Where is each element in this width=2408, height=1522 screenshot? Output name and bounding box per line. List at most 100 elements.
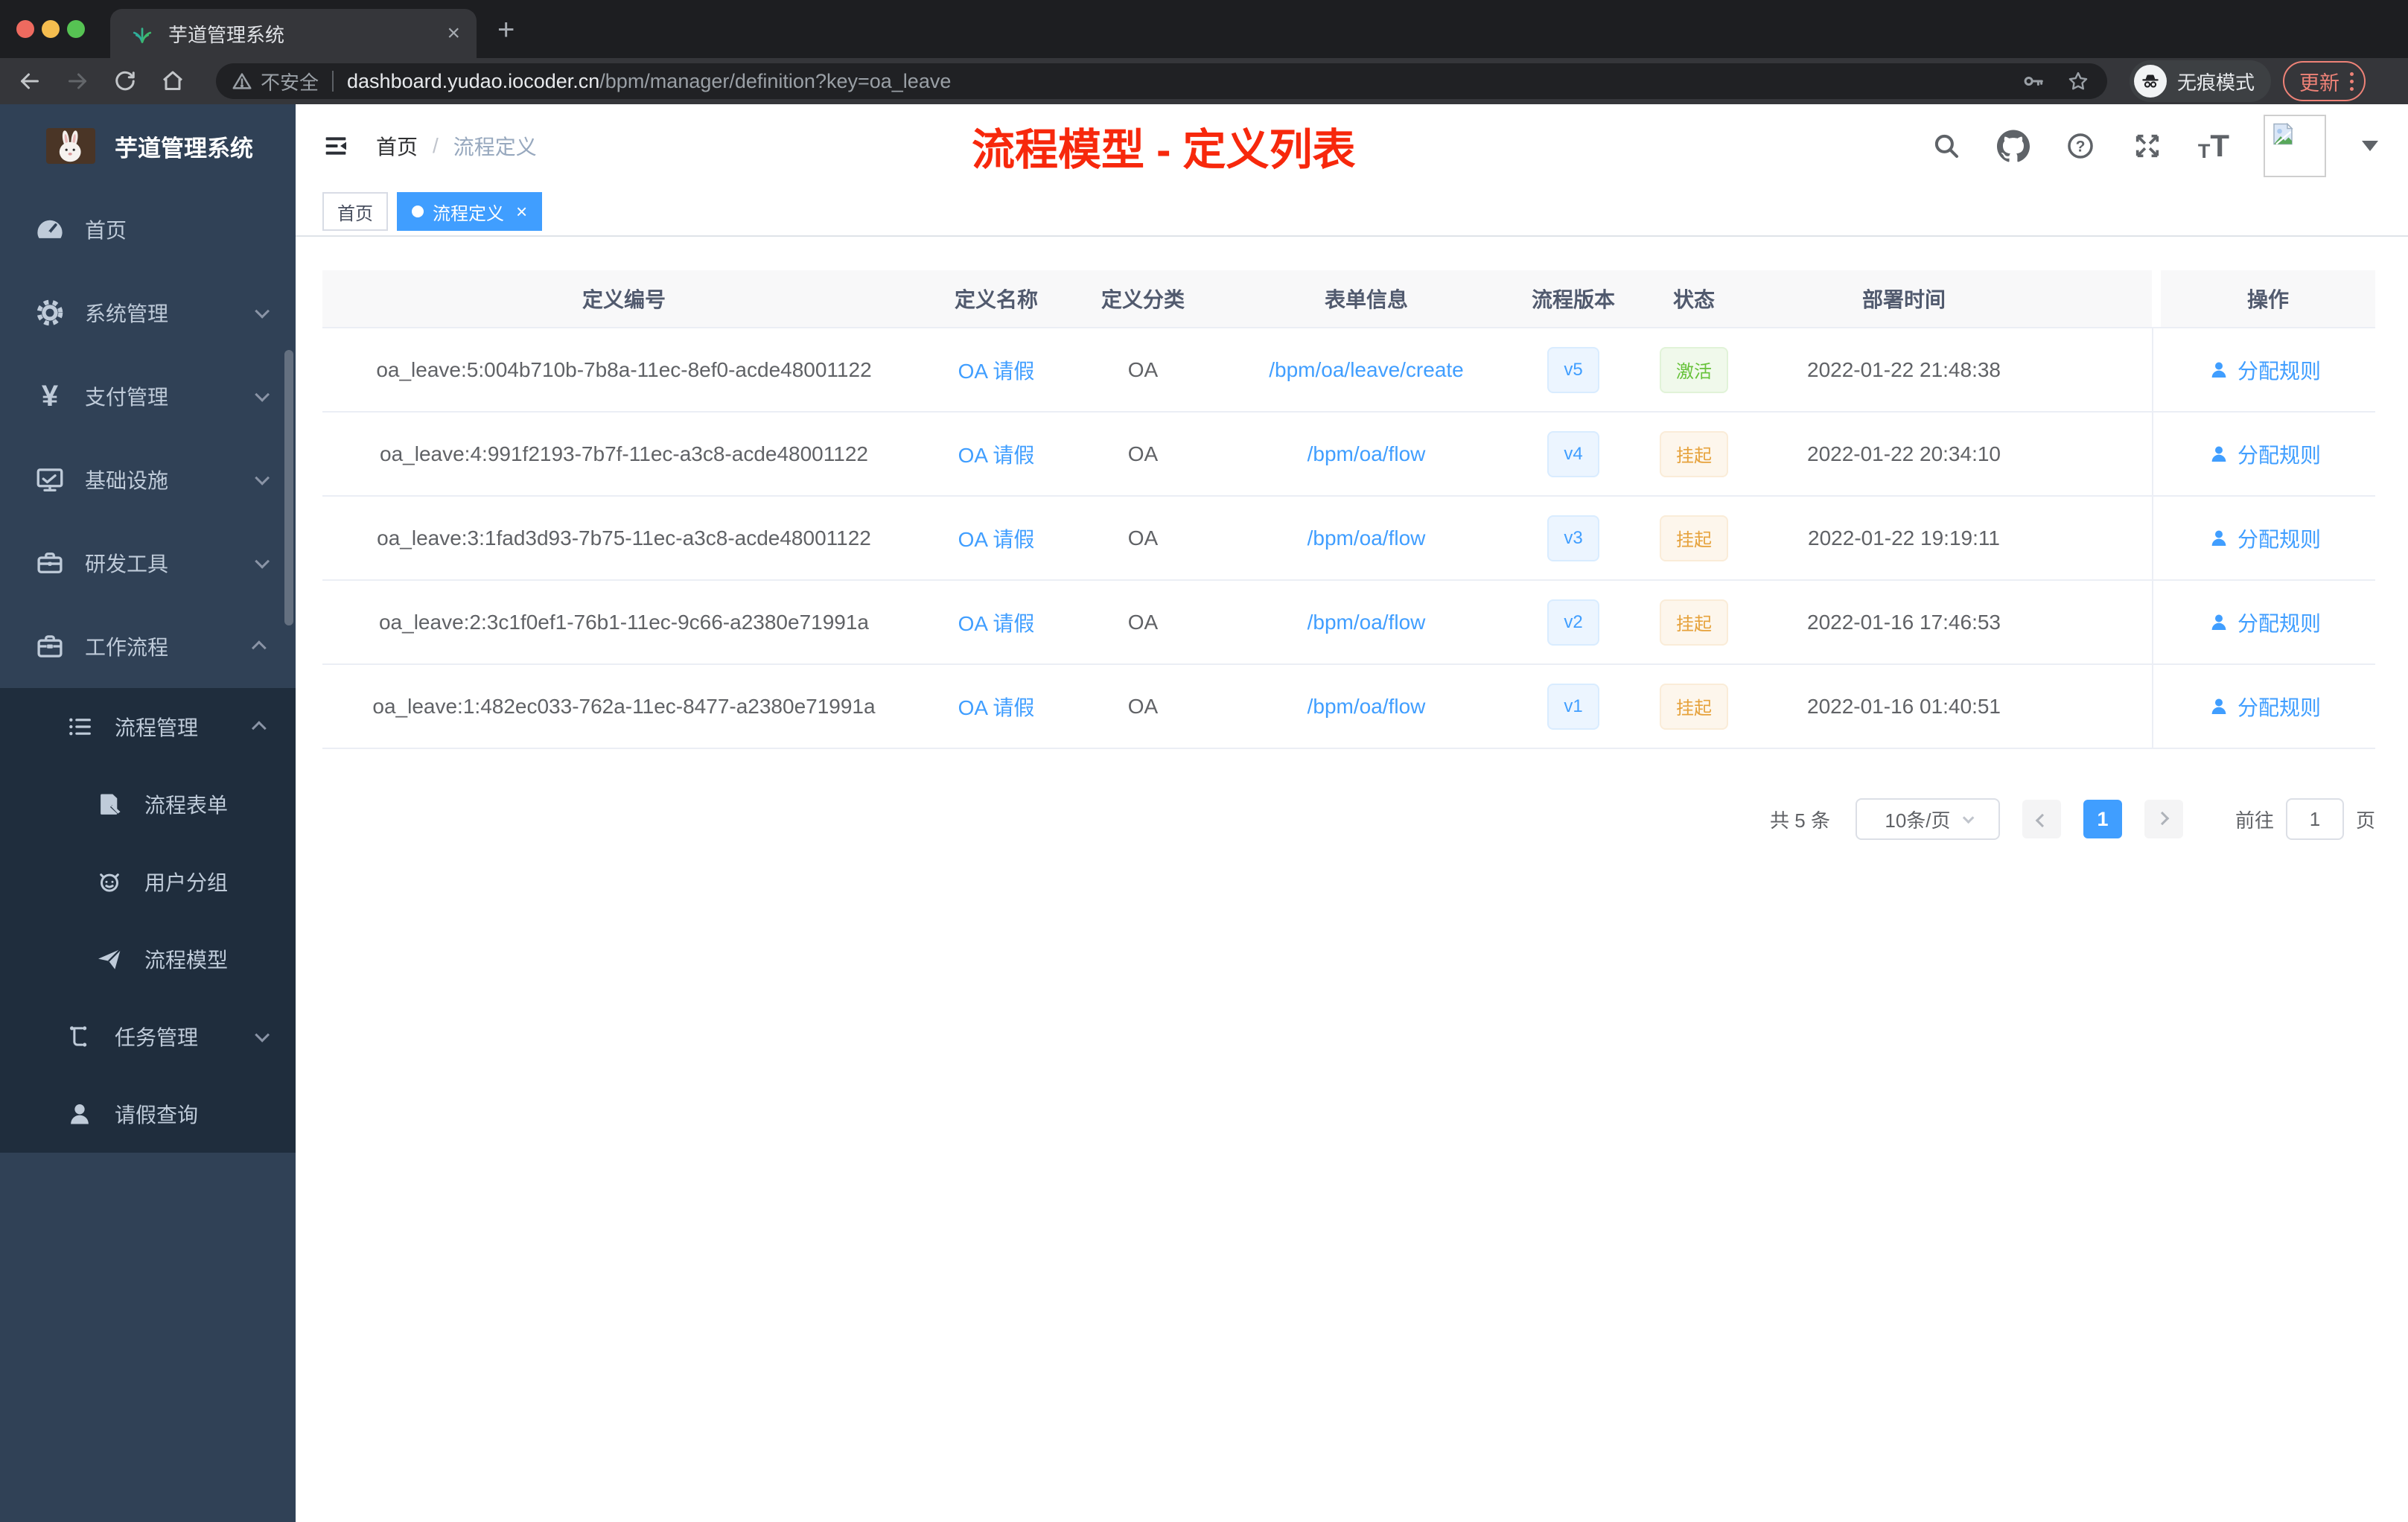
form-link[interactable]: /bpm/oa/flow xyxy=(1307,611,1426,634)
logo-rabbit-image xyxy=(46,128,95,164)
breadcrumb-home[interactable]: 首页 xyxy=(376,131,418,161)
definition-name-link[interactable]: OA 请假 xyxy=(958,355,1035,385)
password-key-icon[interactable] xyxy=(2021,69,2046,94)
cell-deploy-time: 2022-01-22 21:48:38 xyxy=(1807,357,2001,381)
form-link[interactable]: /bpm/oa/flow xyxy=(1307,526,1426,550)
app-title: 芋道管理系统 xyxy=(115,135,253,162)
table-header-row: 定义编号 定义名称 定义分类 表单信息 流程版本 状态 部署时间 操作 xyxy=(322,270,2375,328)
sidebar-item-process-model[interactable]: 流程模型 xyxy=(0,920,296,998)
col-status: 状态 xyxy=(1672,288,1715,311)
cell-category: OA xyxy=(1127,357,1159,381)
toolbox-icon xyxy=(33,546,67,580)
cell-deploy-time: 2022-01-16 01:40:51 xyxy=(1807,694,2001,718)
forward-icon[interactable] xyxy=(63,66,92,96)
status-badge: 挂起 xyxy=(1660,599,1728,646)
sidebar-item-task-management[interactable]: 任务管理 xyxy=(0,998,296,1075)
prev-page-button[interactable] xyxy=(2022,800,2061,838)
security-warning[interactable]: 不安全 xyxy=(231,68,319,95)
new-tab-button[interactable]: + xyxy=(497,13,515,47)
col-actions: 操作 xyxy=(2152,270,2375,327)
back-icon[interactable] xyxy=(15,66,45,96)
page-size-select[interactable]: 10条/页 xyxy=(1855,798,2000,840)
chevron-down-icon xyxy=(255,386,270,402)
tag-home[interactable]: 首页 xyxy=(322,192,388,231)
sidebar-item-system-management[interactable]: 系统管理 xyxy=(0,271,296,354)
sidebar-scrollbar-thumb[interactable] xyxy=(284,350,293,625)
tab-close-icon[interactable]: × xyxy=(447,22,460,45)
cell-definition-id: oa_leave:3:1fad3d93-7b75-11ec-a3c8-acde4… xyxy=(377,526,871,550)
window-controls[interactable] xyxy=(16,20,85,38)
breadcrumb-current: 流程定义 xyxy=(453,136,537,159)
assign-rule-button[interactable]: 分配规则 xyxy=(2208,608,2321,637)
font-size-icon[interactable]: TT xyxy=(2198,130,2229,162)
form-link[interactable]: /bpm/oa/flow xyxy=(1307,695,1426,719)
definition-name-link[interactable]: OA 请假 xyxy=(958,439,1035,469)
github-icon[interactable] xyxy=(1996,130,2030,162)
sidebar-item-infrastructure[interactable]: 基础设施 xyxy=(0,438,296,521)
col-form-info: 表单信息 xyxy=(1324,288,1408,311)
form-link[interactable]: /bpm/oa/flow xyxy=(1307,442,1426,466)
assign-rule-button[interactable]: 分配规则 xyxy=(2208,692,2321,722)
assign-rule-button[interactable]: 分配规则 xyxy=(2208,523,2321,553)
sidebar-item-home[interactable]: 首页 xyxy=(0,188,296,271)
app-logo[interactable]: 芋道管理系统 xyxy=(0,104,296,188)
person-icon xyxy=(2211,530,2226,546)
home-icon[interactable] xyxy=(158,66,188,96)
version-badge: v2 xyxy=(1547,599,1599,646)
active-dot-icon xyxy=(412,206,424,217)
bookmark-star-icon[interactable] xyxy=(2065,69,2091,94)
kebab-menu-icon xyxy=(2350,71,2354,91)
col-deploy-time: 部署时间 xyxy=(1861,288,1946,311)
favicon-plant-icon xyxy=(130,21,155,46)
goto-page-input[interactable]: 1 xyxy=(2285,798,2344,840)
tag-process-definition[interactable]: 流程定义 × xyxy=(397,192,543,231)
definition-name-link[interactable]: OA 请假 xyxy=(958,523,1035,553)
avatar-caret-icon[interactable] xyxy=(2362,141,2378,151)
sidebar-fold-icon[interactable] xyxy=(321,131,351,161)
definition-name-link[interactable]: OA 请假 xyxy=(958,692,1035,722)
minimize-window-button[interactable] xyxy=(42,20,60,38)
robot-face-icon xyxy=(92,865,127,899)
browser-tab[interactable]: 芋道管理系统 × xyxy=(110,9,477,58)
avatar[interactable] xyxy=(2264,115,2326,177)
page-number-button[interactable]: 1 xyxy=(2083,800,2122,838)
help-icon[interactable]: ? xyxy=(2064,130,2097,162)
sidebar-item-workflow[interactable]: 工作流程 xyxy=(0,605,296,688)
pagination: 共 5 条 10条/页 1 前往 1 页 xyxy=(322,798,2375,840)
browser-update-menu-button[interactable]: 更新 xyxy=(2283,61,2366,101)
monitor-icon xyxy=(33,462,67,497)
sidebar-item-user-groups[interactable]: 用户分组 xyxy=(0,843,296,920)
incognito-label: 无痕模式 xyxy=(2177,71,2255,94)
assign-rule-button[interactable]: 分配规则 xyxy=(2208,439,2321,469)
chevron-down-icon xyxy=(255,470,270,485)
cell-deploy-time: 2022-01-16 17:46:53 xyxy=(1807,610,2001,634)
form-link[interactable]: /bpm/oa/leave/create xyxy=(1269,358,1464,382)
annotation-title: 流程模型 - 定义列表 xyxy=(972,126,1356,174)
version-badge: v1 xyxy=(1547,683,1599,730)
close-window-button[interactable] xyxy=(16,20,34,38)
person-icon xyxy=(2211,698,2226,714)
sidebar-item-dev-tools[interactable]: 研发工具 xyxy=(0,521,296,605)
sidebar-item-leave-query[interactable]: 请假查询 xyxy=(0,1075,296,1153)
fullscreen-icon[interactable] xyxy=(2131,130,2164,162)
cell-deploy-time: 2022-01-22 19:19:11 xyxy=(1808,526,2000,550)
zoom-window-button[interactable] xyxy=(67,20,85,38)
url-text[interactable]: dashboard.yudao.iocoder.cn/bpm/manager/d… xyxy=(347,70,951,93)
chevron-down-icon xyxy=(255,1027,270,1042)
sidebar-item-process-management[interactable]: 流程管理 xyxy=(0,688,296,765)
next-page-button[interactable] xyxy=(2144,800,2183,838)
sidebar-item-process-form[interactable]: 流程表单 xyxy=(0,765,296,843)
address-bar[interactable]: 不安全 dashboard.yudao.iocoder.cn/bpm/manag… xyxy=(216,63,2107,99)
definition-name-link[interactable]: OA 请假 xyxy=(958,608,1035,637)
sidebar-item-payment-management[interactable]: ¥ 支付管理 xyxy=(0,354,296,438)
pagination-total: 共 5 条 xyxy=(1770,809,1830,832)
page-content: 定义编号 定义名称 定义分类 表单信息 流程版本 状态 部署时间 操作 oa_l… xyxy=(296,237,2408,1522)
chevron-right-icon xyxy=(2156,811,2170,825)
sidebar: 芋道管理系统 首页 系统管理 ¥ 支付管理 基础设施 研发工具 工作流程 流程管… xyxy=(0,104,296,1522)
tag-close-icon[interactable]: × xyxy=(516,202,527,221)
search-icon[interactable] xyxy=(1930,130,1963,162)
version-badge: v5 xyxy=(1547,346,1599,393)
table-row: oa_leave:2:3c1f0ef1-76b1-11ec-9c66-a2380… xyxy=(322,581,2375,665)
reload-icon[interactable] xyxy=(110,66,140,96)
assign-rule-button[interactable]: 分配规则 xyxy=(2208,355,2321,385)
